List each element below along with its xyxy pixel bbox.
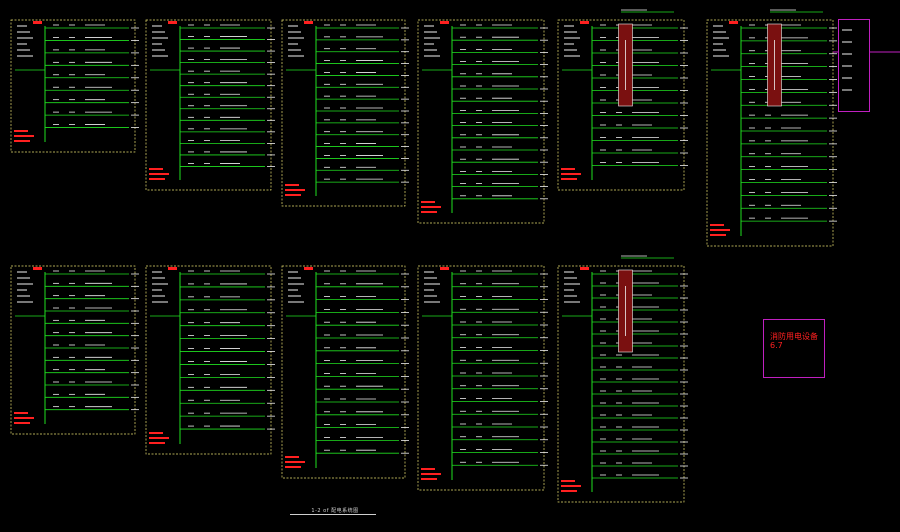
panel-tag-mark <box>304 21 313 24</box>
panel-frame <box>10 19 136 153</box>
panel-tag-mark <box>580 267 589 270</box>
panel-label <box>285 194 301 196</box>
panel-tag-mark <box>168 21 177 24</box>
panel-label <box>561 173 581 175</box>
panel-frame <box>10 265 136 435</box>
panel-label <box>421 473 441 475</box>
panel-label <box>710 229 730 231</box>
panel-tag-mark <box>440 267 449 270</box>
panel-label <box>710 234 726 236</box>
panel-label <box>149 432 163 434</box>
note-line-1: 消防用电设备 <box>770 332 818 341</box>
panel-label <box>421 478 437 480</box>
panel-label <box>14 417 34 419</box>
panel-frame <box>281 19 406 207</box>
panel-frame <box>145 19 272 191</box>
panel-label <box>285 461 305 463</box>
side-terminal-box <box>838 19 870 112</box>
panel-label <box>149 437 169 439</box>
panel-label <box>14 130 28 132</box>
panel-label <box>561 168 575 170</box>
panel-label <box>14 135 34 137</box>
panel-label <box>14 412 28 414</box>
note-line-2: 6.7 <box>770 341 783 350</box>
drawing-title-underline <box>290 514 376 515</box>
panel-label <box>149 178 165 180</box>
panel-label <box>710 224 724 226</box>
panel-label <box>421 211 437 213</box>
panel-tag-mark <box>168 267 177 270</box>
panel-frame <box>281 265 406 479</box>
panel-label <box>561 490 577 492</box>
panel-label <box>149 442 165 444</box>
panel-label <box>285 466 301 468</box>
panel-tag-mark <box>440 21 449 24</box>
schematic-canvas <box>10 9 900 503</box>
panel-label <box>421 206 441 208</box>
panel-label <box>149 173 169 175</box>
panel-tag-mark <box>580 21 589 24</box>
panel-label <box>285 189 305 191</box>
panel-tag-mark <box>304 267 313 270</box>
panel-label <box>14 422 30 424</box>
panel-label <box>149 168 163 170</box>
note-text: 消防用电设备 6.7 <box>770 332 818 350</box>
panel-label <box>421 468 435 470</box>
panel-label <box>285 184 299 186</box>
note-box: 消防用电设备 6.7 <box>763 319 825 378</box>
panel-tag-mark <box>33 267 42 270</box>
drawing-title: 1-2 of 配电系统图 <box>311 508 359 514</box>
panel-label <box>561 178 577 180</box>
panel-label <box>561 485 581 487</box>
panel-label <box>14 140 30 142</box>
panel-tag-mark <box>729 21 738 24</box>
panel-tag-mark <box>33 21 42 24</box>
panel-label <box>421 201 435 203</box>
panel-label <box>285 456 299 458</box>
panel-label <box>561 480 575 482</box>
